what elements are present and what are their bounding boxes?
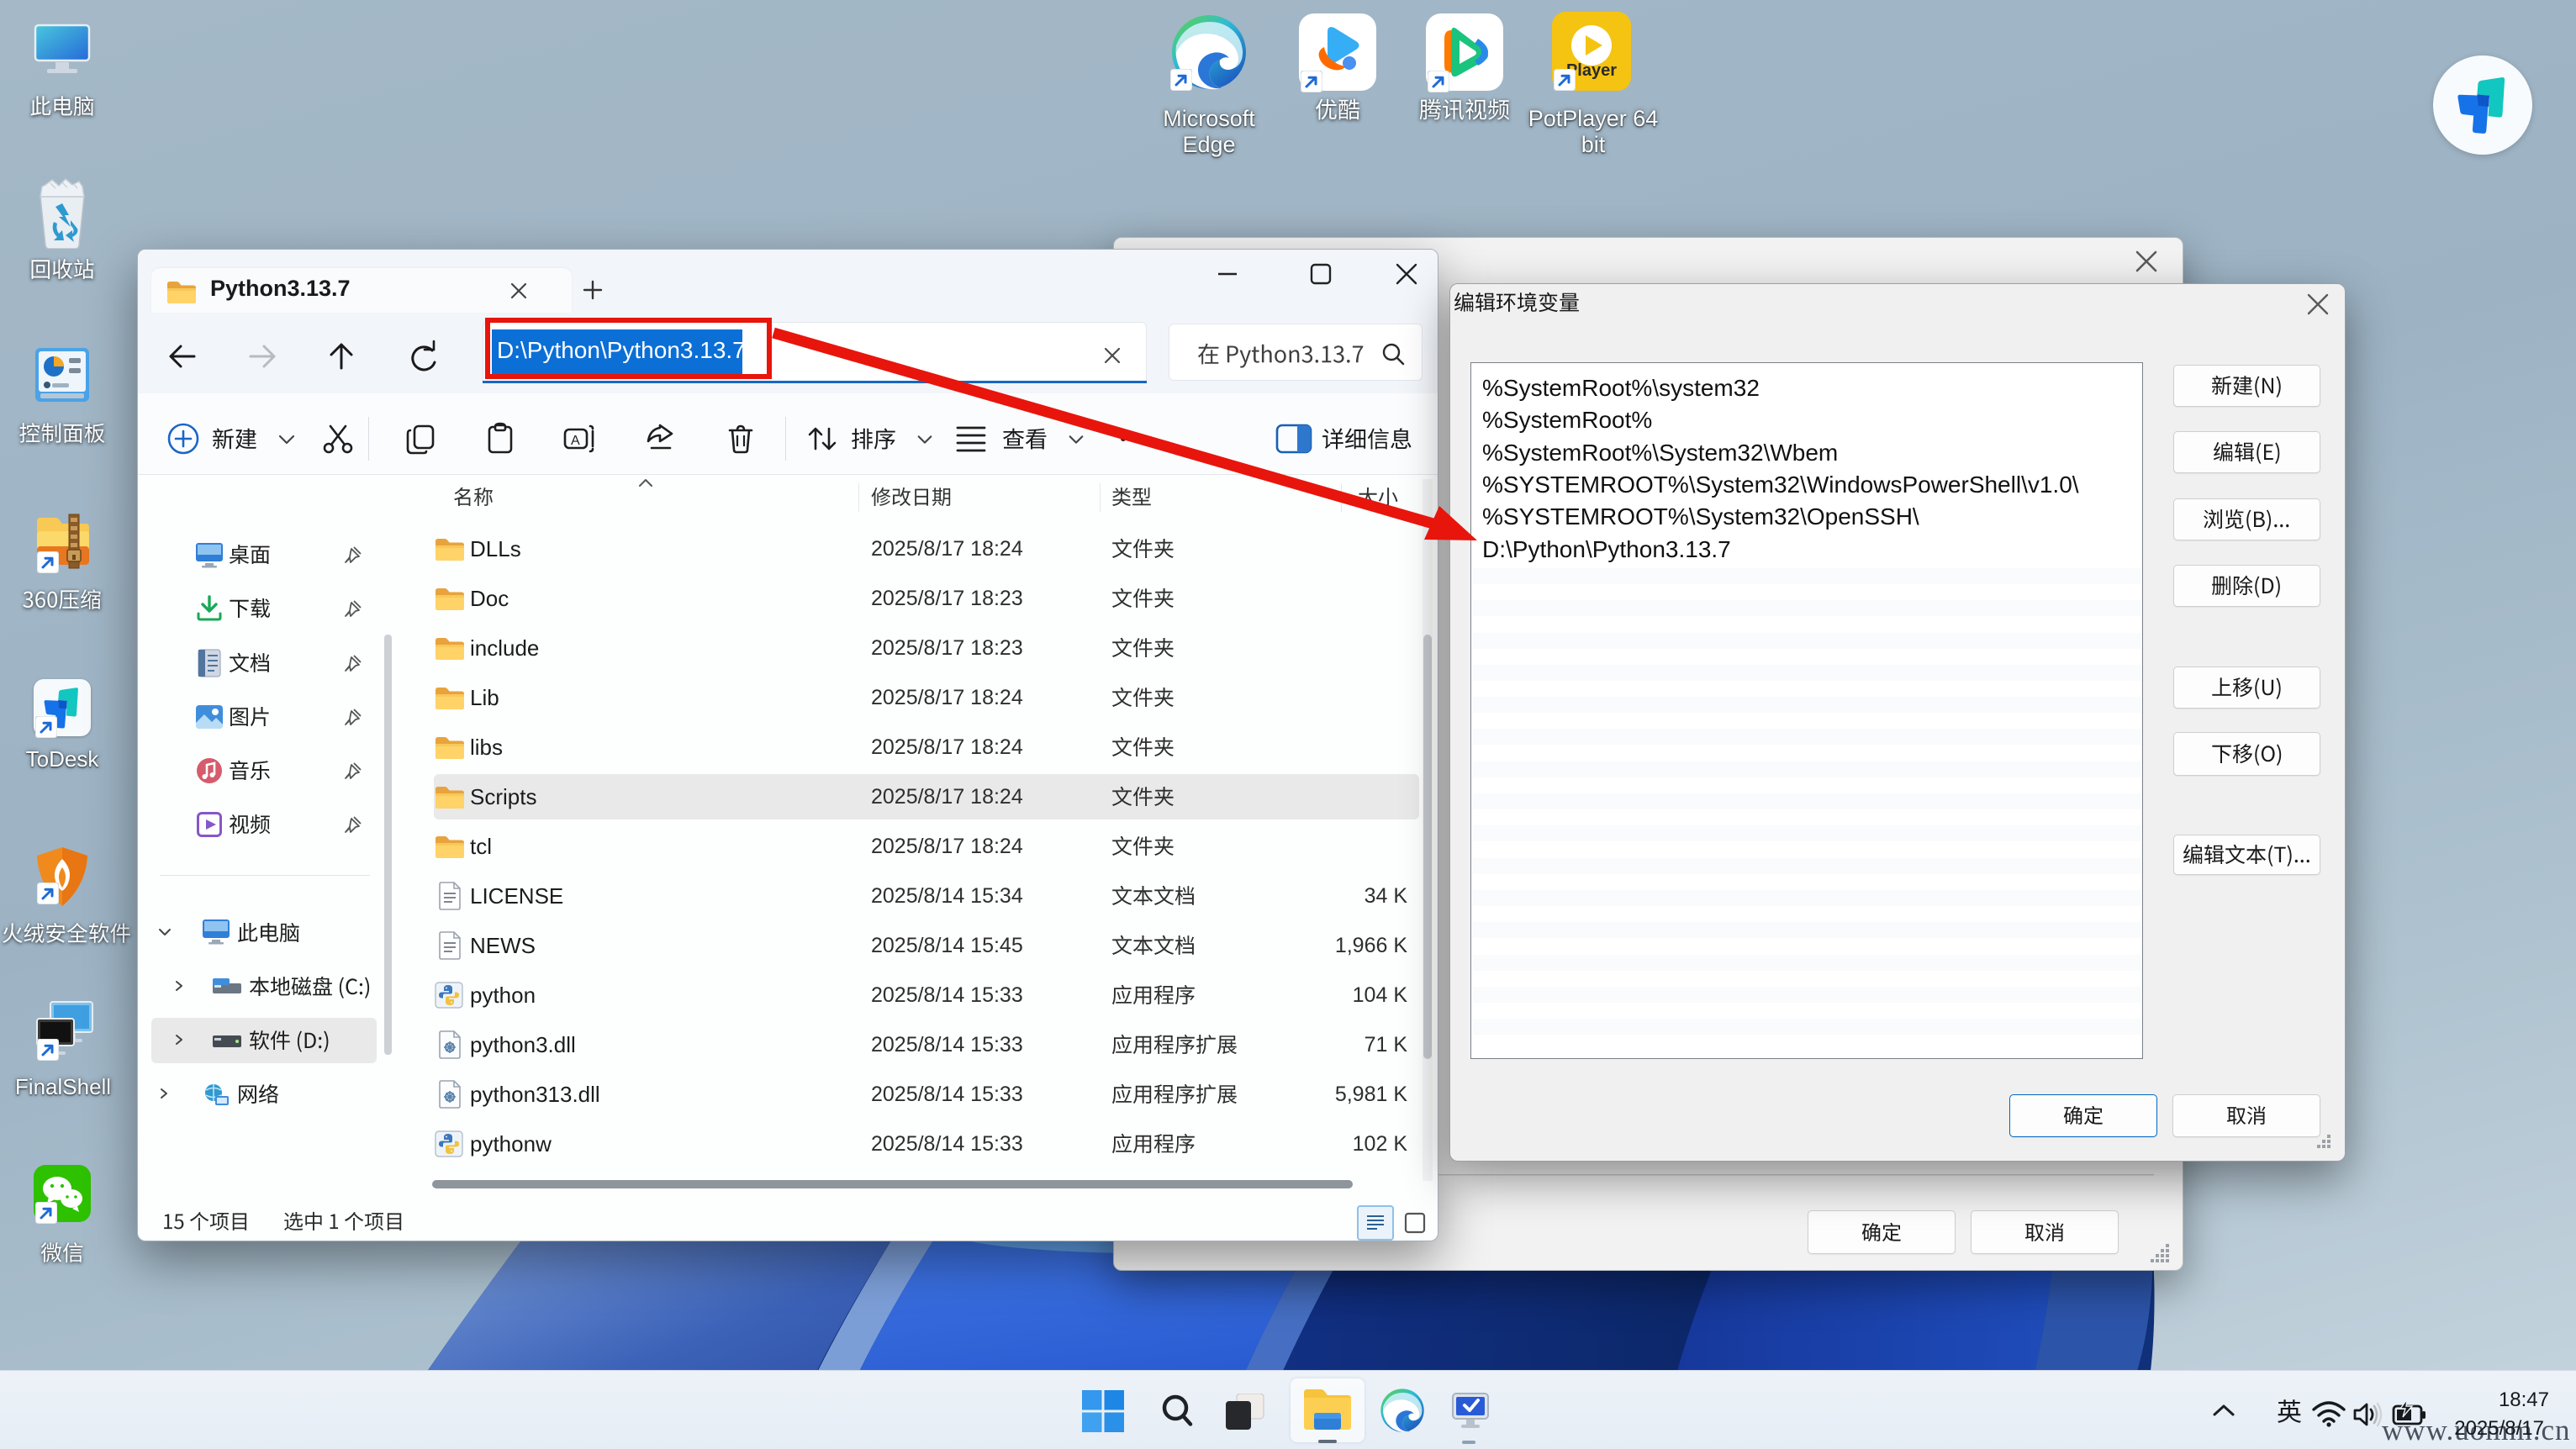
svg-text:A: A <box>571 434 580 448</box>
